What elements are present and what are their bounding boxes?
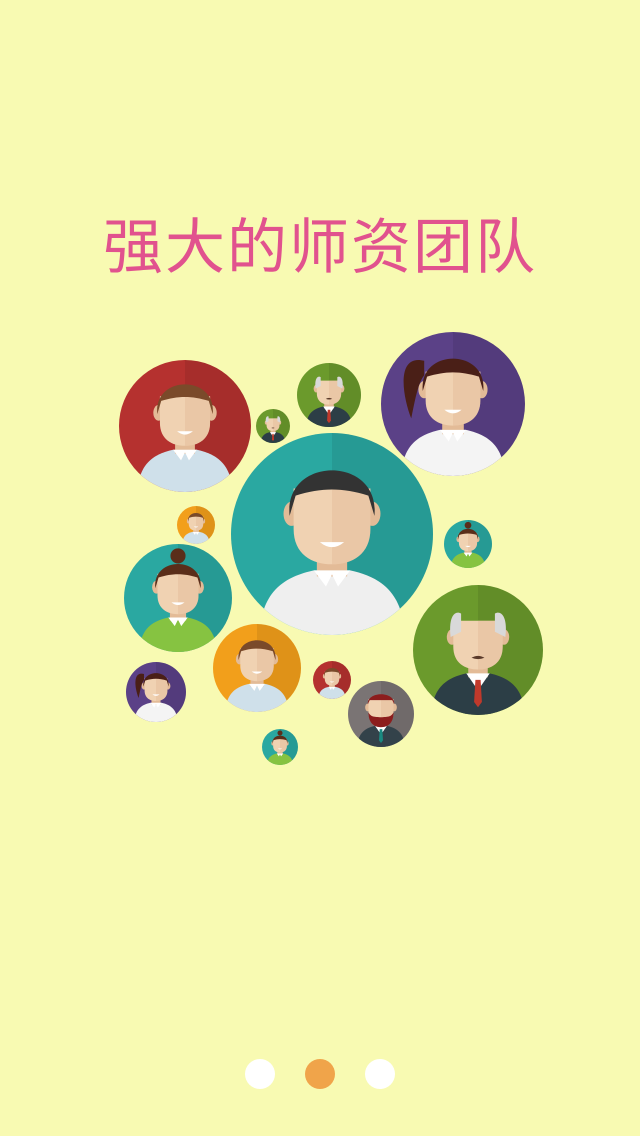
avatar-olive-tiny-old xyxy=(256,409,290,443)
page-dot-1[interactable] xyxy=(245,1059,275,1089)
avatar-purple-woman xyxy=(381,332,525,476)
avatar-red-man xyxy=(119,360,251,492)
avatar-gray-bearded xyxy=(348,681,414,747)
avatar-teal-main xyxy=(231,433,433,635)
avatar-purple-small-woman xyxy=(126,662,186,722)
avatar-teal-tiny xyxy=(262,729,298,765)
page-dot-3[interactable] xyxy=(365,1059,395,1089)
avatar-orange-tiny xyxy=(177,506,215,544)
avatar-orange-man xyxy=(213,624,301,712)
page-indicator xyxy=(0,1059,640,1089)
avatar-teal-woman-bun xyxy=(124,544,232,652)
avatar-teal-small-woman xyxy=(444,520,492,568)
page-dot-2[interactable] xyxy=(305,1059,335,1089)
avatar-olive-old-man xyxy=(413,585,543,715)
avatar-red-tiny xyxy=(313,661,351,699)
avatar-olive-small-old xyxy=(297,363,361,427)
teacher-avatars-illustration xyxy=(119,332,543,765)
